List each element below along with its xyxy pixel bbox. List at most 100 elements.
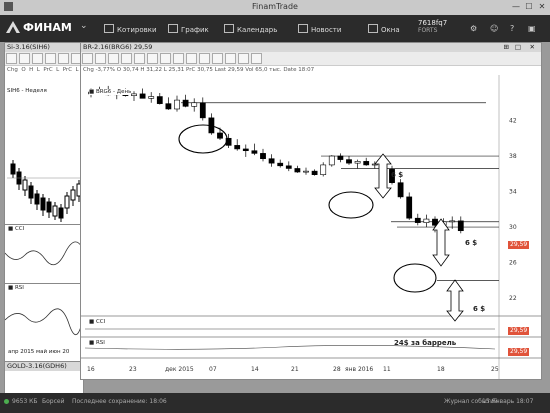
close-panel-icon[interactable]: ✕ bbox=[530, 43, 535, 52]
tool-button[interactable] bbox=[134, 53, 145, 64]
tool-button[interactable] bbox=[212, 53, 223, 64]
candle-body bbox=[406, 196, 413, 219]
cci-label-text: CCI bbox=[95, 319, 106, 325]
toolbar-calendar[interactable]: Календарь bbox=[224, 24, 277, 34]
candle-body bbox=[182, 99, 189, 107]
chart-icon bbox=[168, 24, 178, 33]
x-tick: 23 bbox=[129, 366, 137, 373]
candle-body bbox=[423, 218, 430, 223]
main-info-bar: Chg -3,77% O 30,74 H 31,22 L 25,31 PrC 3… bbox=[83, 67, 315, 73]
rsi-label: ■ RSI bbox=[89, 340, 105, 346]
y-axis: 42 38 34 30 26 22 bbox=[509, 118, 517, 303]
main-chart-canvas: 42 38 34 30 26 22 bbox=[81, 75, 541, 379]
window-titlebar: FinamTrade — ☐ ✕ bbox=[0, 0, 550, 16]
candle-body bbox=[337, 155, 344, 160]
tool-button[interactable] bbox=[19, 53, 30, 64]
candle-body bbox=[234, 145, 241, 150]
tool-button[interactable] bbox=[121, 53, 132, 64]
candle-body bbox=[242, 148, 249, 152]
logo-mark-icon bbox=[6, 21, 20, 33]
maximize-icon[interactable]: ☐ bbox=[523, 2, 535, 12]
x-tick: дек 2015 bbox=[165, 366, 194, 373]
window-title: FinamTrade bbox=[252, 2, 298, 11]
main-panel-header: BR-2.16(BRG6) 29,59 ⊞ □ ✕ bbox=[81, 43, 541, 52]
account-id: 7618fq7 bbox=[418, 19, 448, 27]
maximize-panel-icon[interactable]: □ bbox=[515, 43, 521, 52]
tool-button[interactable] bbox=[82, 53, 93, 64]
candle-body bbox=[363, 161, 370, 166]
x-tick: 28 bbox=[333, 366, 341, 373]
candle-body bbox=[191, 102, 198, 107]
candle-body bbox=[251, 150, 258, 154]
left-panel-toolbar bbox=[5, 52, 83, 66]
toolbar-windows[interactable]: Окна bbox=[368, 24, 400, 34]
tool-button[interactable] bbox=[58, 53, 69, 64]
status-conn: 9653 КБ bbox=[12, 398, 38, 405]
tool-button[interactable] bbox=[147, 53, 158, 64]
annotation-6-usd-2: 6 $ bbox=[465, 239, 478, 247]
candle-body bbox=[156, 96, 163, 104]
candle-body bbox=[268, 158, 275, 164]
series-label: ■ BRG6 - День bbox=[89, 89, 132, 95]
tool-button[interactable] bbox=[108, 53, 119, 64]
tool-button[interactable] bbox=[186, 53, 197, 64]
rsi-price-tag: 29,59 bbox=[508, 348, 530, 356]
minimize-icon[interactable]: — bbox=[510, 2, 522, 12]
toolbar-windows-label: Окна bbox=[381, 26, 400, 34]
x-tick: 21 bbox=[291, 366, 299, 373]
pin-icon[interactable]: ⊞ bbox=[504, 43, 509, 52]
candle-body bbox=[320, 164, 327, 175]
quotes-icon bbox=[104, 24, 114, 33]
windows-icon bbox=[368, 24, 378, 33]
left-chart-panel: Si-3.16(SIH6) Chg O H L PrC L PrC L SIH6… bbox=[4, 42, 84, 362]
main-chart-panel: BR-2.16(BRG6) 29,59 ⊞ □ ✕ Chg -3,77% O 3… bbox=[80, 42, 542, 380]
left-cci-pane: ■ CCI bbox=[5, 224, 83, 282]
close-icon[interactable]: ✕ bbox=[536, 2, 548, 12]
lock-icon[interactable]: ▣ bbox=[528, 24, 536, 33]
x-tick: 25 bbox=[491, 366, 499, 373]
settings-icon[interactable]: ⚙ bbox=[470, 24, 477, 33]
annotation-6-usd-1: 6 $ bbox=[391, 171, 404, 179]
help-icon[interactable]: ? bbox=[510, 24, 514, 33]
toolbar-news[interactable]: Новости bbox=[298, 24, 341, 34]
status-saved: Последнее сохранение: 18:06 bbox=[72, 398, 167, 405]
candle-body bbox=[217, 132, 223, 139]
x-tick: 16 bbox=[87, 366, 95, 373]
x-axis: 16 23 дек 2015 07 14 21 28 янв 2016 11 1… bbox=[81, 365, 501, 377]
tool-button[interactable] bbox=[238, 53, 249, 64]
tool-button[interactable] bbox=[173, 53, 184, 64]
y-tick: 26 bbox=[509, 260, 517, 267]
y-tick: 42 bbox=[509, 118, 517, 125]
candle-body bbox=[260, 153, 266, 160]
left-bottom-panel: GOLD-3.16(GDH6) bbox=[4, 361, 84, 395]
candle-body bbox=[354, 161, 361, 164]
rsi-label-text: RSI bbox=[95, 340, 105, 346]
news-icon bbox=[298, 24, 308, 33]
annotation-6-usd-3: 6 $ bbox=[473, 305, 486, 313]
account-info[interactable]: 7618fq7 FORTS bbox=[418, 19, 447, 35]
tool-button[interactable] bbox=[6, 53, 17, 64]
tool-button[interactable] bbox=[160, 53, 171, 64]
x-tick: 07 bbox=[209, 366, 217, 373]
main-panel-title: BR-2.16(BRG6) 29,59 bbox=[83, 43, 153, 51]
logo-text: ФИНАМ bbox=[23, 21, 72, 34]
chevron-down-icon[interactable]: ⌄ bbox=[80, 21, 88, 31]
status-date: 15 Январь 18:07 bbox=[482, 398, 534, 405]
connection-icon bbox=[4, 399, 9, 404]
toolbar-news-label: Новости bbox=[311, 26, 342, 34]
tool-button[interactable] bbox=[95, 53, 106, 64]
y-tick: 34 bbox=[509, 189, 517, 196]
candle-body bbox=[328, 155, 335, 166]
y-tick: 22 bbox=[509, 295, 517, 302]
tool-button[interactable] bbox=[32, 53, 43, 64]
tool-button[interactable] bbox=[225, 53, 236, 64]
left-rsi-plot bbox=[5, 308, 83, 335]
candles bbox=[88, 85, 464, 234]
tool-button[interactable] bbox=[199, 53, 210, 64]
tool-button[interactable] bbox=[45, 53, 56, 64]
toolbar-chart[interactable]: График bbox=[168, 24, 209, 34]
tool-button[interactable] bbox=[251, 53, 262, 64]
candle-body bbox=[414, 217, 421, 223]
user-icon[interactable]: ☺ bbox=[490, 24, 498, 33]
toolbar-quotes[interactable]: Котировки bbox=[104, 24, 157, 34]
